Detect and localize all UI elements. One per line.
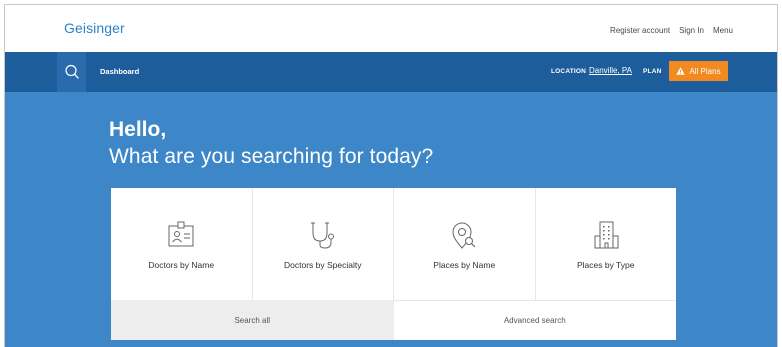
tile-doctors-by-name[interactable]: Doctors by Name <box>111 188 253 300</box>
all-plans-label: All Plans <box>689 66 721 76</box>
tile-places-by-type[interactable]: Places by Type <box>536 188 677 300</box>
stethoscope-icon <box>310 222 334 249</box>
browser-frame: Geisinger Register account Sign In Menu … <box>4 4 778 347</box>
search-card-footer: Search all Advanced search <box>111 300 676 340</box>
register-account-link[interactable]: Register account <box>610 26 670 35</box>
search-all-button[interactable]: Search all <box>111 300 394 340</box>
search-icon <box>64 64 79 79</box>
tile-label: Doctors by Specialty <box>284 260 362 270</box>
tile-places-by-name[interactable]: Places by Name <box>394 188 536 300</box>
location-label: LOCATION <box>551 68 587 75</box>
warning-icon <box>676 67 686 75</box>
nav-bar: Dashboard LOCATION Danville, PA PLAN All… <box>5 52 777 92</box>
search-button[interactable] <box>57 52 86 92</box>
search-question: What are you searching for today? <box>109 145 434 168</box>
plan-label: PLAN <box>643 68 662 75</box>
dashboard-link[interactable]: Dashboard <box>100 67 139 76</box>
tile-doctors-by-specialty[interactable]: Doctors by Specialty <box>253 188 394 300</box>
top-bar: Geisinger Register account Sign In Menu <box>5 5 777 52</box>
all-plans-button[interactable]: All Plans <box>669 61 728 81</box>
tile-label: Doctors by Name <box>148 260 215 270</box>
tile-label: Places by Name <box>433 260 496 270</box>
location-link[interactable]: Danville, PA <box>589 66 632 75</box>
advanced-search-button[interactable]: Advanced search <box>393 300 676 340</box>
building-icon <box>594 221 619 249</box>
map-pin-search-icon <box>452 222 476 249</box>
id-badge-icon <box>168 221 194 247</box>
geisinger-logo[interactable]: Geisinger <box>64 20 125 36</box>
tile-label: Places by Type <box>577 260 635 270</box>
search-tiles: Doctors by Name Doctors by Specialty Pla… <box>111 188 676 300</box>
hero-section: Hello, What are you searching for today?… <box>5 92 777 347</box>
greeting-heading: Hello, <box>109 118 167 141</box>
top-links: Register account Sign In Menu <box>610 26 733 35</box>
search-card: Doctors by Name Doctors by Specialty Pla… <box>111 188 676 340</box>
sign-in-link[interactable]: Sign In <box>679 26 704 35</box>
menu-link[interactable]: Menu <box>713 26 733 35</box>
